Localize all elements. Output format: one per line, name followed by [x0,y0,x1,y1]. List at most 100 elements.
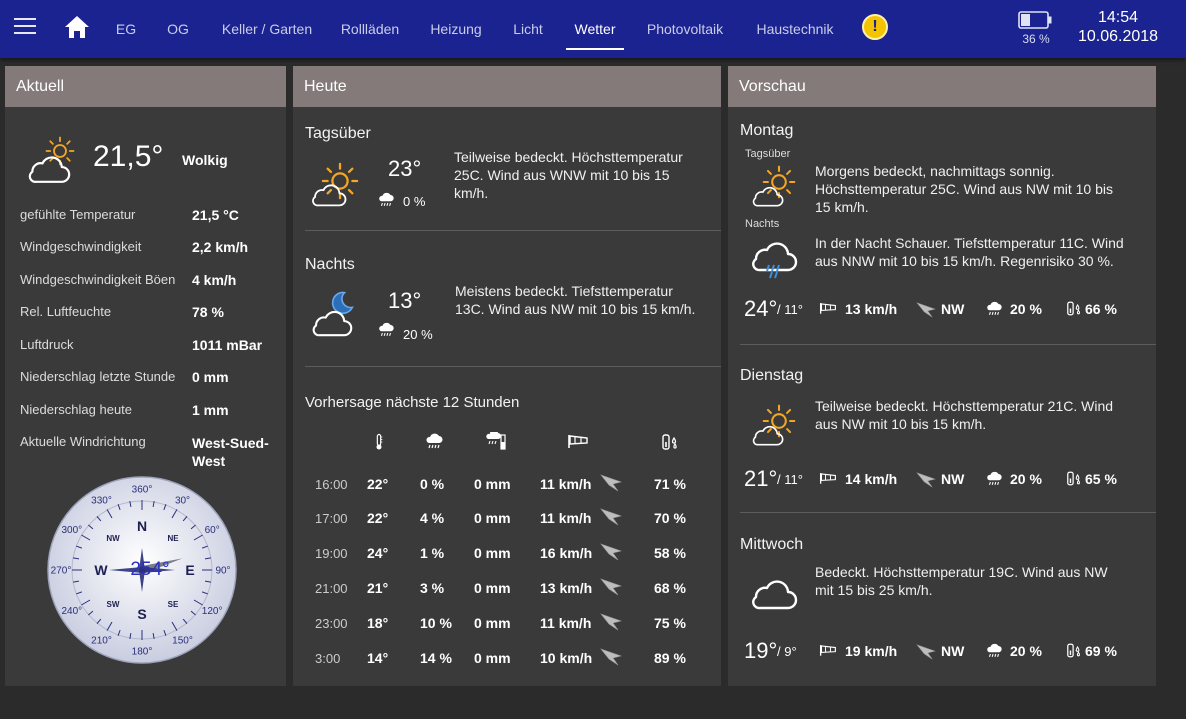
forecast-rain: 20 % [1010,301,1042,317]
panel-title-vorschau: Vorschau [728,66,1156,107]
forecast-humidity: 69 % [1085,643,1117,659]
forecast-humidity: 70 % [654,510,686,526]
tab-rolllaeden[interactable]: Rollläden [334,0,406,58]
battery-percent: 36 % [1022,32,1050,46]
forecast-humidity: 89 % [654,650,686,666]
forecast-humidity: 71 % [654,476,686,492]
battery-icon [1018,11,1052,29]
today-day-temp: 23° [388,156,422,181]
cloud-icon [748,576,798,610]
forecast-high: 24° [744,296,778,321]
tab-og[interactable]: OG [158,0,198,58]
forecast-humidity: 68 % [654,580,686,596]
forecast-rain: 20 % [1010,643,1042,659]
sun-cloud-icon [750,165,796,209]
divider [740,512,1156,513]
forecast-high: 21° [744,466,778,491]
label-pressure: Luftdruck [20,337,74,352]
compass-degree-label: 60° [205,525,220,536]
tab-wetter[interactable]: Wetter [566,0,624,58]
divider [740,344,1156,345]
sun-cloud-icon [750,404,796,448]
humidity-icon [1066,300,1082,317]
wind-direction-arrow-icon [600,613,622,631]
tab-keller-garten[interactable]: Keller / Garten [214,0,320,58]
compass-sw: SW [107,600,120,609]
forecast-temp: 24° [367,545,389,561]
cloud-sun-icon [25,136,77,186]
forecast-night-label: Nachts [745,218,780,230]
value-wind-speed: 2,2 km/h [192,239,249,255]
today-day-text: Teilweise bedeckt. Höchsttemperatur 25C.… [454,149,683,201]
forecast-day-text: Bedeckt. Höchsttemperatur 19C. Wind aus … [815,564,1108,598]
forecast-wind: 19 km/h [845,643,898,659]
wind-compass: N S W E NW NE SW SE 360° 30° 60° 90° 120° 150… [47,476,237,664]
value-rain-today: 1 mm [192,402,229,418]
forecast-rain-prob: 14 % [420,650,452,666]
compass-degree-label: 270° [51,566,72,577]
forecast-wind: 11 km/h [540,510,592,526]
compass-degree-label: 210° [91,636,112,647]
wind-direction-arrow-icon [600,543,622,561]
tab-heizung[interactable]: Heizung [422,0,490,58]
wind-direction-arrow-icon [916,644,936,660]
forecast-temp: 22° [367,510,389,526]
tab-haustechnik[interactable]: Haustechnik [746,0,844,58]
compass-ne: NE [167,534,179,543]
compass-n: N [137,518,147,534]
label-humidity: Rel. Luftfeuchte [20,304,112,319]
clock-time: 14:54 [1097,9,1139,26]
forecast-temp: 14° [367,650,389,666]
sun-cloud-icon [309,162,361,210]
value-pressure: 1011 mBar [192,337,263,353]
home-icon[interactable] [64,15,90,39]
forecast-wind: 14 km/h [845,471,898,487]
wind-direction-arrow-icon [916,302,936,318]
forecast-rain: 20 % [1010,471,1042,487]
forecast-temp: 18° [367,615,389,631]
rain-cloud-icon [424,433,444,449]
wind-direction-arrow-icon [600,578,622,596]
forecast-low: / 11° [777,472,803,487]
panel-aktuell: Aktuell 21,5° Wolkig gefühlte Temperatur… [5,66,286,686]
compass-degree-label: 360° [132,485,153,496]
forecast-day-name: Mittwoch [740,536,804,553]
tab-licht[interactable]: Licht [504,0,552,58]
current-temperature: 21,5° [93,140,164,173]
panel-heute: Heute Tagsüber 23° 0 % Teilweise bedeckt… [293,66,721,686]
alert-icon[interactable]: ! [862,14,888,40]
forecast-day-name: Dienstag [740,367,804,384]
forecast-humidity: 75 % [654,615,686,631]
today-day-rain: 0 % [403,194,426,209]
menu-icon[interactable] [14,18,36,36]
panel-vorschau: Vorschau Montag Tagsüber Morgens bedeckt… [728,66,1156,686]
forecast-day-name: Montag [740,122,794,139]
forecast-wind: 10 km/h [540,650,593,666]
compass-degree-label: 150° [172,636,193,647]
forecast-rain-amount: 0 mm [474,476,511,492]
today-night-text: Meistens bedeckt. Tiefsttemperatur 13C. … [455,283,696,317]
current-condition: Wolkig [182,152,228,168]
compass-degree-label: 330° [91,495,112,506]
value-humidity: 78 % [192,304,224,320]
label-feels-like: gefühlte Temperatur [20,207,136,222]
label-wind-direction: Aktuelle Windrichtung [20,434,146,449]
tab-photovoltaik[interactable]: Photovoltaik [638,0,732,58]
forecast-day-text: Morgens bedeckt, nachmittags sonnig. Höc… [815,163,1113,215]
compass-s: S [137,606,146,622]
label-rain-last-hour: Niederschlag letzte Stunde [20,369,176,384]
forecast-wind-dir: NW [941,643,965,659]
forecast-temp: 21° [367,580,389,596]
forecast-wind: 13 km/h [540,580,593,596]
moon-cloud-icon [309,288,363,342]
divider [305,366,721,367]
tab-eg[interactable]: EG [106,0,146,58]
forecast-wind-dir: NW [941,301,965,317]
compass-nw: NW [106,534,120,543]
forecast-rain-prob: 4 % [420,510,445,526]
label-wind-gusts: Windgeschwindigkeit Böen [20,272,176,287]
clock-date: 10.06.2018 [1077,28,1159,45]
forecast-humidity: 66 % [1085,301,1117,317]
wind-direction-arrow-icon [600,648,622,666]
windsock-icon [819,471,837,485]
